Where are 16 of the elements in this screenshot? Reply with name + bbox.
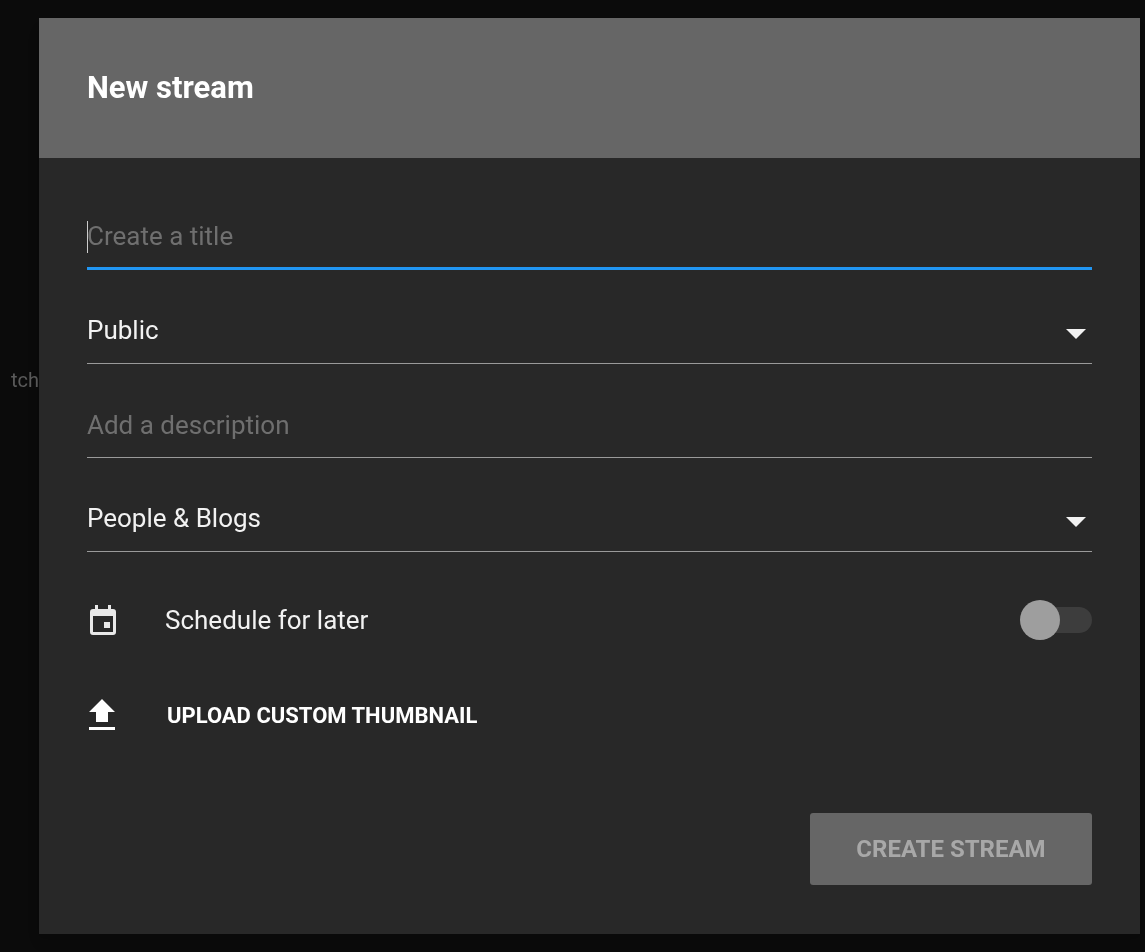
select-value: Public <box>87 314 159 347</box>
calendar-icon <box>90 605 116 635</box>
text-field[interactable]: Create a title <box>87 204 1092 270</box>
text-cursor <box>87 221 88 253</box>
schedule-label: Schedule for later <box>165 603 369 637</box>
upload-thumbnail-link[interactable]: UPLOAD CUSTOM THUMBNAIL <box>87 691 478 739</box>
upload-icon <box>88 699 116 731</box>
schedule-toggle[interactable] <box>1020 600 1092 640</box>
dropdown-caret-icon <box>1066 328 1086 339</box>
select-field[interactable]: People & Blogs <box>87 486 1092 552</box>
select-value: People & Blogs <box>87 502 261 535</box>
background-text: tch <box>10 367 39 394</box>
select-field[interactable]: Public <box>87 298 1092 364</box>
dropdown-caret-icon <box>1066 516 1086 527</box>
dialog-title: New stream <box>87 67 254 108</box>
text-field[interactable]: Add a description <box>87 392 1092 458</box>
